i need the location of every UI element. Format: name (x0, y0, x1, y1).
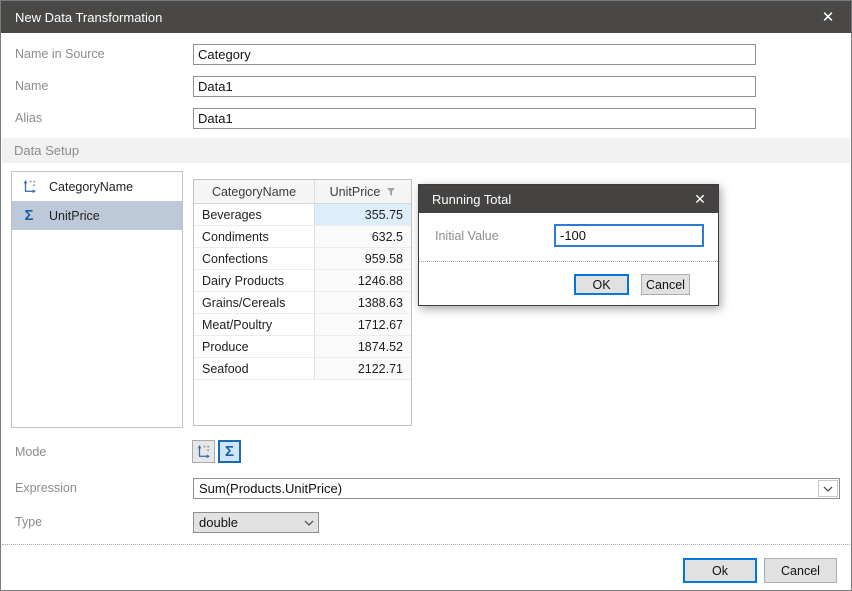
ok-button[interactable]: Ok (683, 558, 757, 583)
initial-value-input[interactable] (554, 224, 704, 247)
table-row[interactable]: Condiments 632.5 (194, 226, 411, 248)
type-label: Type (15, 512, 42, 533)
mode-dimension-button[interactable] (192, 440, 215, 463)
divider (419, 261, 718, 262)
expression-label: Expression (15, 478, 77, 499)
type-combobox[interactable]: double (193, 512, 319, 533)
close-icon[interactable]: ✕ (805, 1, 851, 33)
running-total-cancel-button[interactable]: Cancel (641, 274, 690, 295)
chevron-down-icon (304, 513, 314, 532)
filter-icon (385, 187, 396, 197)
selected-cell[interactable]: 355.75 (315, 204, 411, 225)
name-label: Name (15, 76, 48, 97)
initial-value-label: Initial Value (435, 225, 499, 247)
running-total-titlebar: Running Total ✕ (419, 185, 718, 213)
dropdown-button[interactable] (818, 480, 838, 497)
field-list: CategoryName Σ UnitPrice (11, 171, 183, 428)
table-header-row: CategoryName UnitPrice (194, 180, 411, 204)
expression-value: Sum(Products.UnitPrice) (199, 479, 342, 498)
column-header-unitprice[interactable]: UnitPrice (315, 180, 411, 203)
table-row[interactable]: Seafood 2122.71 (194, 358, 411, 380)
cancel-button[interactable]: Cancel (764, 558, 837, 583)
running-total-dialog: Running Total ✕ Initial Value OK Cancel (418, 184, 719, 306)
table-row[interactable]: Produce 1874.52 (194, 336, 411, 358)
table-row[interactable]: Dairy Products 1246.88 (194, 270, 411, 292)
type-value: double (199, 513, 238, 532)
dimension-icon (21, 179, 37, 194)
data-setup-section-header: Data Setup (2, 138, 850, 163)
dimension-icon (196, 444, 211, 459)
name-input[interactable] (193, 76, 756, 97)
data-setup-label: Data Setup (14, 138, 79, 163)
field-item-label: UnitPrice (49, 209, 100, 223)
column-header-categoryname[interactable]: CategoryName (194, 180, 315, 203)
table-row[interactable]: Beverages 355.75 (194, 204, 411, 226)
running-total-ok-button[interactable]: OK (574, 274, 629, 295)
dialog-titlebar: New Data Transformation ✕ (1, 1, 851, 33)
field-item-unitprice[interactable]: Σ UnitPrice (12, 201, 182, 230)
close-icon[interactable]: ✕ (682, 185, 718, 213)
table-row[interactable]: Grains/Cereals 1388.63 (194, 292, 411, 314)
alias-input[interactable] (193, 108, 756, 129)
chevron-down-icon (823, 486, 833, 492)
dialog-title: New Data Transformation (15, 10, 162, 25)
alias-label: Alias (15, 108, 42, 129)
sigma-icon: Σ (21, 208, 37, 223)
preview-table: CategoryName UnitPrice Beverages 355.75 … (193, 179, 412, 426)
mode-summary-button[interactable]: Σ (218, 440, 241, 463)
running-total-title: Running Total (432, 192, 511, 207)
divider (2, 544, 850, 545)
table-row[interactable]: Meat/Poultry 1712.67 (194, 314, 411, 336)
name-in-source-input[interactable] (193, 44, 756, 65)
table-row[interactable]: Confections 959.58 (194, 248, 411, 270)
field-item-categoryname[interactable]: CategoryName (12, 172, 182, 201)
sigma-icon: Σ (225, 444, 234, 459)
expression-combobox[interactable]: Sum(Products.UnitPrice) (193, 478, 840, 499)
mode-label: Mode (15, 442, 46, 463)
new-data-transformation-dialog: New Data Transformation ✕ Name in Source… (0, 0, 852, 591)
field-item-label: CategoryName (49, 180, 133, 194)
name-in-source-label: Name in Source (15, 44, 105, 65)
